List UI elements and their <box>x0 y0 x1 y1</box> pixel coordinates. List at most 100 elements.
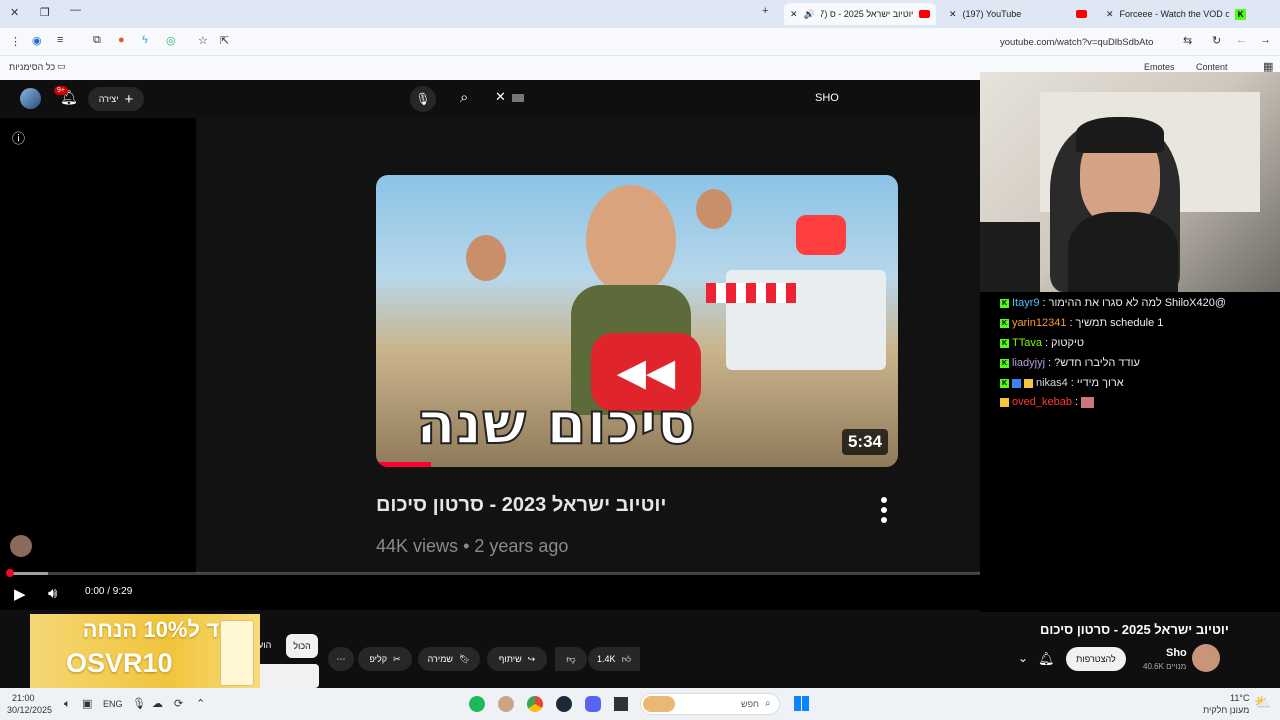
filter-chip-all[interactable]: הכול <box>286 634 318 658</box>
tab-kick[interactable]: ✕ Forceee - Watch the VOD on K K <box>1100 3 1252 25</box>
ad-banner[interactable]: קוד ל10% הנחה OSVR10 <box>30 614 260 688</box>
more-options-icon[interactable] <box>877 495 891 525</box>
chat-message: K yarin12341 : schedule 1 תמשיך <box>1000 317 1163 329</box>
bookmark-emotes[interactable]: Emotes <box>1144 62 1175 72</box>
scissors-icon: ✂ <box>393 653 401 664</box>
keyboard-icon[interactable] <box>512 94 524 102</box>
clip-button[interactable]: קליפ ✂ <box>358 647 412 671</box>
reload-icon[interactable]: ↻ <box>1212 34 1221 47</box>
url-text[interactable]: youtube.com/watch?v=quDlbSdbAto <box>1000 37 1153 48</box>
bookmark-star-icon[interactable]: ☆ <box>198 34 208 47</box>
chat-username[interactable]: liadyjyj <box>1012 357 1045 369</box>
kick-badge-icon: K <box>1000 318 1009 328</box>
search-box[interactable]: חפש ⌕ <box>640 693 780 715</box>
network-icon[interactable]: ▣ <box>82 697 92 710</box>
clock-time[interactable]: 21:00 <box>12 693 35 703</box>
channel-name[interactable]: Sho <box>1166 647 1187 659</box>
chevron-up-icon[interactable]: ⌃ <box>196 697 205 710</box>
chat-username[interactable]: yarin12341 <box>1012 317 1066 329</box>
tab-youtube-home[interactable]: ✕ (197) YouTube <box>943 3 1093 25</box>
volume-icon[interactable]: 🔊︎ <box>48 585 57 602</box>
suggested-video-thumbnail[interactable]: ◀◀ סיכום שנה 5:34 <box>376 175 898 467</box>
create-button[interactable]: יצירה + <box>88 87 144 111</box>
chat-username[interactable]: oved_kebab <box>1012 396 1072 408</box>
channel-avatar[interactable] <box>1192 644 1220 672</box>
chat-username[interactable]: TTava <box>1012 337 1042 349</box>
forward-icon[interactable]: ← <box>1236 34 1247 46</box>
audio-icon[interactable]: 🔊 <box>804 9 815 20</box>
suggested-thumbnail[interactable] <box>255 664 319 688</box>
avatar[interactable] <box>20 88 41 109</box>
info-icon[interactable]: ⓘ <box>12 128 25 147</box>
extension-icon[interactable]: ϟ <box>142 34 148 46</box>
weather-temperature[interactable]: 11°C <box>1230 693 1249 703</box>
share-page-icon[interactable]: ⇱ <box>220 34 229 47</box>
discord-icon[interactable] <box>585 696 601 712</box>
back-icon[interactable]: → <box>1260 34 1271 46</box>
search-icon[interactable]: ⌕ <box>460 89 468 106</box>
menu-icon[interactable]: ⋮ <box>10 35 21 48</box>
like-button[interactable]: 1.4K 👍︎ <box>588 647 640 671</box>
channel-watermark-icon[interactable] <box>10 535 32 557</box>
suggested-video-title[interactable]: יוטיוב ישראל 2023 - סרטון סיכום <box>376 494 666 517</box>
playlist-icon[interactable]: ≡ <box>57 34 63 46</box>
thumbs-down-icon: 👎︎ <box>566 653 576 664</box>
chair-back <box>980 222 1040 292</box>
chrome-icon[interactable] <box>527 696 543 712</box>
chat-username[interactable]: Itayr9 <box>1012 297 1040 309</box>
cloud-icon[interactable]: ☁ <box>152 697 163 710</box>
save-label: שמירה <box>427 654 453 664</box>
share-button[interactable]: שיתוף ↪ <box>487 647 547 671</box>
site-settings-icon[interactable]: ⇆ <box>1183 34 1192 47</box>
chat-colon: : <box>1048 357 1052 369</box>
tab-title: (197) YouTube <box>962 9 1022 19</box>
microphone-icon[interactable]: 🎙︎ <box>132 697 146 710</box>
close-tab-icon[interactable]: ✕ <box>1106 9 1114 20</box>
save-button[interactable]: שמירה 🔖︎ <box>418 647 480 671</box>
play-icon[interactable]: ▶ <box>14 585 26 603</box>
taskbar: 21:00 30/12/2025 🔈︎ ▣ ENG 🎙︎ ☁ ⟳ ⌃ חפש ⌕… <box>0 688 1280 720</box>
close-window-icon[interactable]: ✕ <box>10 6 19 19</box>
seek-bar[interactable] <box>6 569 1066 577</box>
windows-start-icon[interactable] <box>794 696 809 711</box>
more-actions-button[interactable]: ⋯ <box>328 647 354 671</box>
steam-icon[interactable] <box>556 696 572 712</box>
close-tab-icon[interactable]: ✕ <box>790 9 798 20</box>
spotify-icon[interactable] <box>469 696 485 712</box>
kick-badge-icon: K <box>1000 298 1009 308</box>
new-tab-icon[interactable]: + <box>762 5 768 17</box>
weather-description[interactable]: מעונן חלקית <box>1203 705 1249 715</box>
tab-bar: ✕ ❐ — + ✕ 🔊 יוטיוב ישראל 2025 - ס (197) … <box>0 0 1280 28</box>
dislike-button[interactable]: 👎︎ <box>555 647 587 671</box>
app-icon[interactable] <box>498 696 514 712</box>
tab-youtube-video[interactable]: ✕ 🔊 יוטיוב ישראל 2025 - ס (197) <box>784 3 936 25</box>
restore-window-icon[interactable]: ❐ <box>40 6 50 19</box>
extension-icon[interactable]: ◎ <box>166 34 176 47</box>
microphone-icon[interactable]: 🎙︎ <box>410 86 436 112</box>
bell-icon[interactable]: 🔔︎ <box>1038 651 1055 667</box>
chevron-down-icon[interactable]: ⌄ <box>1018 651 1028 665</box>
clear-search-icon[interactable]: ✕ <box>495 89 506 105</box>
weather-icon[interactable]: ⛅ <box>1254 694 1271 711</box>
all-bookmarks[interactable]: כל הסימניות <box>9 62 55 72</box>
scrubber-handle[interactable] <box>6 569 14 577</box>
bookmark-content[interactable]: Content <box>1196 62 1228 72</box>
awning <box>706 283 796 303</box>
time-display: 0:00 / 9:29 <box>85 586 133 597</box>
close-tab-icon[interactable]: ✕ <box>949 9 957 20</box>
chat-message: K nikas4 : ארוך מידיי <box>1000 377 1124 389</box>
profile-icon[interactable]: ◉ <box>32 34 42 47</box>
language-indicator[interactable]: ENG <box>103 699 123 709</box>
extensions-icon[interactable]: ⧉ <box>93 34 101 47</box>
bookmark-icon: 🔖︎ <box>458 653 471 664</box>
search-input[interactable]: SHO <box>815 92 839 104</box>
chat-colon: : <box>1042 297 1046 309</box>
minimize-window-icon[interactable]: — <box>70 4 81 16</box>
speaker-icon[interactable]: 🔈︎ <box>64 698 71 711</box>
app-icon[interactable] <box>614 697 628 711</box>
chat-username[interactable]: nikas4 <box>1036 377 1068 389</box>
sync-icon[interactable]: ⟳ <box>174 697 183 710</box>
clock-date[interactable]: 30/12/2025 <box>7 705 52 715</box>
extension-icon[interactable]: ● <box>118 34 125 46</box>
subscribe-button[interactable]: להצטרפות <box>1066 647 1126 671</box>
